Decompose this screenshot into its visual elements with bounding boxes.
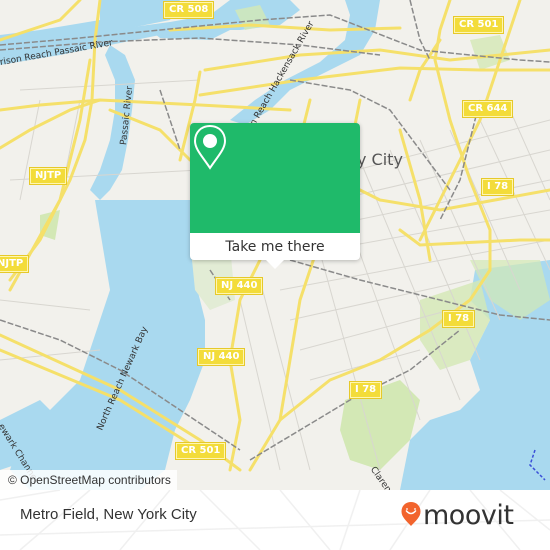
route-shield-cr644: CR 644 <box>461 100 514 118</box>
route-shield-i78: I 78 <box>480 178 515 196</box>
route-shield-njtp: NJTP <box>0 255 30 273</box>
location-popup: Take me there <box>190 123 360 269</box>
route-shield-i78: I 78 <box>441 310 476 328</box>
place-name: Metro Field, New York City <box>20 506 197 523</box>
moovit-logo[interactable]: moovit <box>400 500 514 531</box>
map-attribution[interactable]: © OpenStreetMap contributors <box>0 470 177 490</box>
popup-pointer <box>266 260 284 269</box>
route-shield-i78: I 78 <box>348 381 383 399</box>
moovit-pin-icon <box>400 501 422 531</box>
popup-header <box>190 123 360 233</box>
route-shield-nj440: NJ 440 <box>214 277 264 295</box>
footer: Metro Field, New York City moovit <box>0 490 550 550</box>
route-shield-cr501: CR 501 <box>452 16 505 34</box>
take-me-there-button[interactable]: Take me there <box>190 233 360 260</box>
city-label: y City <box>357 150 403 169</box>
route-shield-cr501: CR 501 <box>174 442 227 460</box>
map[interactable]: CR 508 CR 501 CR 644 NJTP NJTP I 78 I 78… <box>0 0 550 490</box>
route-shield-cr508: CR 508 <box>162 1 215 19</box>
route-shield-njtp: NJTP <box>28 167 68 185</box>
moovit-wordmark: moovit <box>423 500 514 531</box>
route-shield-nj440: NJ 440 <box>196 348 246 366</box>
